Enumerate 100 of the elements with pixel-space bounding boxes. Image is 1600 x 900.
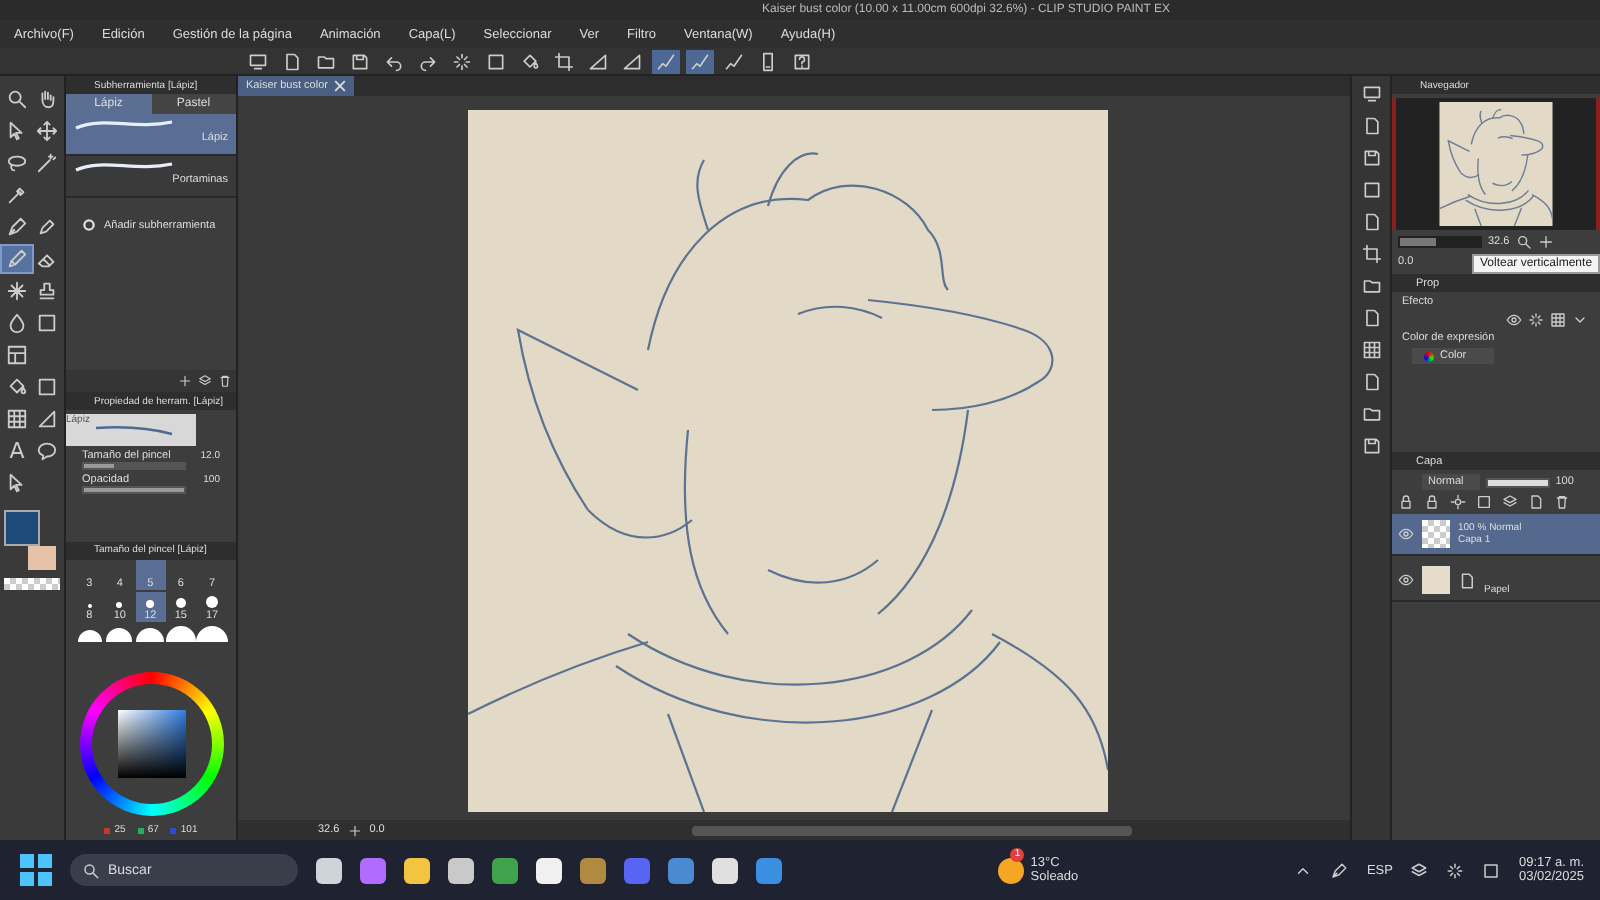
lock-icon [1398, 494, 1414, 510]
panel-toggle-button[interactable] [1361, 212, 1381, 232]
brush-size-option[interactable] [104, 623, 135, 642]
magnifier-icon [6, 88, 28, 110]
tool-button[interactable]: A [2, 438, 32, 464]
panel-toggle-button[interactable] [1361, 84, 1381, 104]
panel-toggle-button[interactable] [1361, 116, 1381, 136]
save-icon [350, 51, 370, 71]
page-icon [1361, 308, 1381, 328]
marker-icon [36, 216, 58, 238]
triangle-ruler-icon [36, 408, 58, 430]
pencil-icon [6, 248, 28, 270]
pen-icon [6, 216, 28, 238]
toolbar-button[interactable] [686, 49, 714, 73]
sun-icon[interactable] [998, 857, 1025, 883]
panel-toggle-button[interactable] [1361, 244, 1381, 264]
page-icon [1361, 372, 1381, 392]
color-square[interactable] [117, 710, 185, 778]
arrow-cursor-icon [6, 472, 28, 494]
panel-toggle-button[interactable] [1361, 340, 1381, 360]
square-icon [1361, 180, 1381, 200]
square-icon[interactable] [712, 857, 738, 883]
brush-stroke-icon [74, 116, 174, 132]
page-icon [1361, 116, 1381, 136]
brush-size-option[interactable] [135, 623, 166, 642]
eyedropper-icon [6, 184, 28, 206]
grid-icon [1550, 312, 1566, 328]
redo-icon [418, 51, 438, 71]
toolbar-button[interactable] [244, 49, 272, 73]
toolbar-button[interactable] [584, 49, 612, 73]
grid-icon [1361, 340, 1381, 360]
layers-icon [1502, 494, 1518, 510]
monitor-icon [248, 51, 268, 71]
speech-balloon-icon [36, 440, 58, 462]
hand-icon [36, 88, 58, 110]
brush-size-option[interactable] [165, 623, 196, 642]
toolbar-button[interactable] [720, 49, 748, 73]
main-color-swatch[interactable] [4, 510, 40, 546]
crop-icon [554, 51, 574, 71]
plus-icon [1537, 234, 1554, 250]
plus-icon [347, 823, 362, 837]
tool-button[interactable] [32, 118, 62, 144]
phone-icon [758, 51, 778, 71]
tool-button[interactable] [2, 342, 32, 368]
page-icon [1361, 212, 1381, 232]
gradient-icon [36, 312, 58, 334]
eye-icon [1506, 312, 1522, 328]
page-icon [282, 51, 302, 71]
lock-icon [1424, 494, 1440, 510]
undo-icon [384, 51, 404, 71]
tool-button[interactable] [32, 438, 62, 464]
square-icon [36, 376, 58, 398]
spinner-icon [452, 51, 472, 71]
spinner-icon [1446, 861, 1465, 879]
magnifier-icon [82, 861, 100, 879]
trash-icon [1554, 494, 1570, 510]
zoom-slider[interactable] [1400, 238, 1436, 246]
square-icon [1482, 861, 1501, 879]
toolbar-button[interactable] [618, 49, 646, 73]
panel-toggle-button[interactable] [1361, 372, 1381, 392]
toolbar-button[interactable] [652, 49, 680, 73]
four-arrows-icon [36, 120, 58, 142]
tool-button[interactable] [32, 150, 62, 176]
square-icon [486, 51, 506, 71]
tool-button[interactable] [2, 246, 32, 272]
sketch-thumbnail [1436, 102, 1556, 226]
layer-thumbnail [1422, 566, 1450, 594]
brush-stroke-icon [74, 158, 174, 174]
toolbar-button[interactable] [550, 49, 578, 73]
page-icon [1528, 494, 1544, 510]
paint-bucket-icon [520, 51, 540, 71]
pen-icon [1330, 861, 1349, 879]
four-squares-icon[interactable] [20, 854, 52, 886]
sub-color-swatch[interactable] [28, 546, 56, 570]
magic-wand-icon [36, 152, 58, 174]
grid-icon [6, 408, 28, 430]
page-icon [1458, 571, 1476, 589]
brush-size-option[interactable] [196, 623, 228, 642]
sparkle-icon [6, 280, 28, 302]
panel-toggle-button[interactable] [1361, 148, 1381, 168]
transparent-swatch[interactable] [4, 578, 60, 590]
panel-toggle-button[interactable] [1361, 308, 1381, 328]
layers-icon [198, 374, 212, 389]
spinner-icon [1528, 312, 1544, 328]
help-icon [792, 51, 812, 71]
layer-thumbnail [1422, 520, 1450, 548]
lasso-icon [6, 152, 28, 174]
tool-button[interactable] [2, 150, 32, 176]
eye-icon [1398, 572, 1414, 588]
tool-button[interactable] [2, 278, 32, 304]
frame-icon [6, 344, 28, 366]
tool-button[interactable] [2, 406, 32, 432]
save-icon [1361, 148, 1381, 168]
close-icon[interactable] [333, 80, 346, 92]
stamp-icon [36, 280, 58, 302]
panel-toggle-button[interactable] [1361, 436, 1381, 456]
plus-icon [178, 374, 192, 389]
panel-toggle-button[interactable] [1361, 180, 1381, 200]
monitor-icon [1361, 84, 1381, 104]
toolbar-button[interactable] [448, 49, 476, 73]
